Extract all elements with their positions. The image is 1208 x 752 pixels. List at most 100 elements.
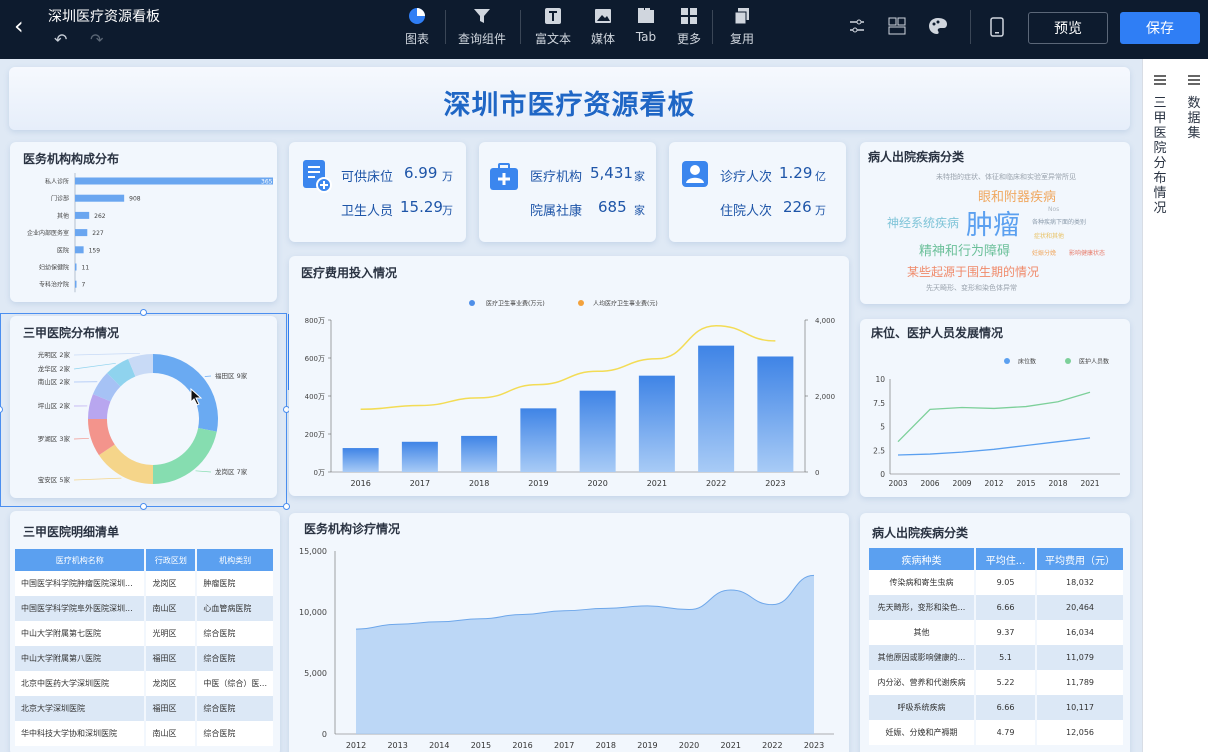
kpi-value: 1.29 (779, 164, 813, 182)
dashboard-name[interactable]: 深圳医疗资源看板 (48, 6, 160, 26)
x-tick-label: 2023 (804, 741, 824, 750)
table-cell: 4.79 (975, 720, 1037, 745)
table-row[interactable]: 内分泌、营养和代谢疾病 5.22 11,789 (869, 670, 1125, 695)
settings-sliders-icon[interactable] (848, 17, 866, 35)
column-header[interactable]: 机构类别 (196, 549, 275, 571)
tool-richtext[interactable]: 富文本 (527, 7, 579, 47)
area-fill (356, 575, 814, 734)
tool-chart[interactable]: 图表 (391, 7, 443, 47)
layout-icon[interactable] (888, 17, 906, 35)
table-cell: 5.1 (975, 645, 1037, 670)
redo-icon[interactable]: ↷ (90, 30, 103, 49)
table-row[interactable]: 传染病和寄生虫病 9.05 18,032 (869, 570, 1125, 595)
toolbar-divider (970, 10, 971, 44)
hospital-list-card[interactable]: 三甲医院明细清单 医疗机构名称 行政区划 机构类别 中国医学科学院肿瘤医院深圳.… (10, 511, 280, 752)
institution-chart-card[interactable]: 医务机构构成分布 私人诊所 3657 门诊部 908 其他 262 企业内部医务室 227 医院… (10, 142, 277, 302)
dashboard-header[interactable]: 深圳市医疗资源看板 (9, 67, 1130, 130)
tool-reuse[interactable]: 复用 (716, 7, 768, 47)
table-row[interactable]: 北京大学深圳医院 福田区 综合医院 (15, 696, 275, 721)
table-row[interactable]: 先天畸形，变形和染色... 6.66 20,464 (869, 595, 1125, 620)
table-row[interactable]: 中国医学科学院阜外医院深圳... 南山区 心血管病医院 (15, 596, 275, 621)
table-cell: 11,079 (1036, 645, 1125, 670)
panel-tab-char: 集 (1187, 126, 1201, 141)
panel-tab-widget-name[interactable]: 三甲医院分布情况 (1149, 71, 1171, 216)
table-cell: 心血管病医院 (196, 596, 275, 621)
disease-table-card[interactable]: 病人出院疾病分类 疾病种类 平均住... 平均费用（元） 传染病和寄生虫病 9.0… (860, 513, 1130, 752)
visits-chart-card[interactable]: 医务机构诊疗情况 0 5,000 10,000 15,000 2012 2013 2014 2… (289, 513, 849, 752)
x-tick-label: 2006 (920, 479, 939, 488)
column-header[interactable]: 疾病种类 (869, 548, 976, 570)
word-item: 肿瘤 (966, 210, 1020, 241)
column-header[interactable]: 平均住... (975, 548, 1037, 570)
table-row[interactable]: 中山大学附属第七医院 光明区 综合医院 (15, 621, 275, 646)
table-row[interactable]: 华中科技大学协和深圳医院 南山区 综合医院 (15, 721, 275, 746)
tool-query[interactable]: 查询组件 (456, 7, 508, 47)
preview-button[interactable]: 预览 (1028, 12, 1108, 44)
column-header[interactable]: 行政区划 (145, 549, 198, 571)
back-chevron-left-icon[interactable]: ‹ (14, 14, 24, 38)
table-row[interactable]: 中国医学科学院肿瘤医院深圳... 龙岗区 肿瘤医院 (15, 571, 275, 596)
mobile-icon[interactable] (990, 17, 1004, 37)
resize-handle[interactable] (0, 406, 3, 413)
table-cell: 综合医院 (196, 621, 275, 646)
beds-staff-chart-card[interactable]: 床位、医护人员发展情况 0 2.5 5 7.5 10 2003 2006 2009 2012 20… (860, 319, 1130, 497)
table-row[interactable]: 呼吸系统疾病 6.66 10,117 (869, 695, 1125, 720)
hospital-distribution-card[interactable]: 三甲医院分布情况 福田区 9家 龙岗区 7家 宝安区 5家 罗湖区 3家 坪山区 2家南… (10, 316, 277, 498)
table-row[interactable]: 中山大学附属第八医院 福田区 综合医院 (15, 646, 275, 671)
x-tick-label: 2014 (429, 741, 449, 750)
data-label: 227 (92, 230, 104, 237)
palette-icon[interactable] (928, 17, 948, 35)
kpi-label: 诊疗人次 (720, 170, 773, 185)
table-cell: 中医（综合）医... (196, 671, 275, 696)
word-item: 未特指的症状、体征和临床和实验室异常所见 (936, 173, 1076, 181)
save-button[interactable]: 保存 (1120, 12, 1200, 44)
slice-label: 福田区 9家 (215, 371, 248, 380)
tool-query-label: 查询组件 (457, 32, 506, 46)
table-cell: 综合医院 (196, 646, 275, 671)
tool-reuse-label: 复用 (729, 32, 754, 46)
table-row[interactable]: 其他 9.37 16,034 (869, 620, 1125, 645)
y-tick-label: 400万 (305, 393, 325, 401)
word-item: 某些起源于围生期的情况 (907, 265, 1040, 279)
kpi-card-visits[interactable]: 诊疗人次 1.29 亿 住院人次 226 万 (669, 142, 846, 242)
x-tick-label: 2021 (647, 479, 667, 488)
y-tick-label: 7.5 (873, 399, 885, 408)
resize-handle[interactable] (283, 503, 290, 510)
kpi-card-institutions[interactable]: 医疗机构 5,431 家 院属社康 685 家 (479, 142, 656, 242)
resize-handle[interactable] (140, 503, 147, 510)
column-header[interactable]: 平均费用（元） (1036, 548, 1125, 570)
y2-tick-label: 0 (815, 469, 819, 477)
disease-wordcloud-card[interactable]: 病人出院疾病分类 未特指的症状、体征和临床和实验室异常所见 眼和附器疾病 神经系… (860, 142, 1130, 304)
legend-label: 医疗卫生事业费(万元) (486, 300, 545, 308)
tool-more[interactable]: 更多 (663, 7, 715, 47)
x-tick-label: 2003 (888, 479, 907, 488)
column-header[interactable]: 医疗机构名称 (15, 549, 147, 571)
donut-slice (98, 444, 153, 484)
table-cell: 9.37 (975, 620, 1037, 645)
list-icon (1188, 75, 1200, 85)
slice-label: 宝安区 5家 (38, 475, 71, 484)
undo-icon[interactable]: ↶ (54, 30, 67, 49)
panel-tab-dataset[interactable]: 数据集 (1183, 71, 1205, 141)
y-tick-label: 10,000 (299, 608, 327, 617)
expense-chart-card[interactable]: 医疗费用投入情况 0万 200万 400万 600万 800万 0 2,000 4,000 20… (289, 256, 849, 496)
resize-handle[interactable] (140, 309, 147, 316)
kpi-label: 医疗机构 (530, 170, 583, 185)
legend-marker (1004, 358, 1010, 364)
y-tick-label: 5,000 (304, 669, 327, 678)
table-row[interactable]: 其他原因或影响健康的... 5.1 11,079 (869, 645, 1125, 670)
x-tick-label: 2017 (410, 479, 430, 488)
bar (579, 390, 616, 472)
dashboard-title: 深圳市医疗资源看板 (443, 90, 696, 121)
leader-line (73, 362, 116, 370)
tool-richtext-label: 富文本 (534, 32, 571, 46)
category-label: 其他 (57, 212, 69, 220)
kpi-label: 住院人次 (720, 204, 773, 219)
table-cell: 12,056 (1036, 720, 1125, 745)
table-row[interactable]: 北京中医药大学深圳医院 龙岗区 中医（综合）医... (15, 671, 275, 696)
bar (75, 211, 90, 219)
bar (638, 375, 675, 472)
table-row[interactable]: 妊娠、分娩和产褥期 4.79 12,056 (869, 720, 1125, 745)
kpi-card-beds[interactable]: 可供床位 6.99 万 卫生人员 15.29 万 (289, 142, 466, 242)
card-title: 三甲医院明细清单 (23, 525, 120, 539)
